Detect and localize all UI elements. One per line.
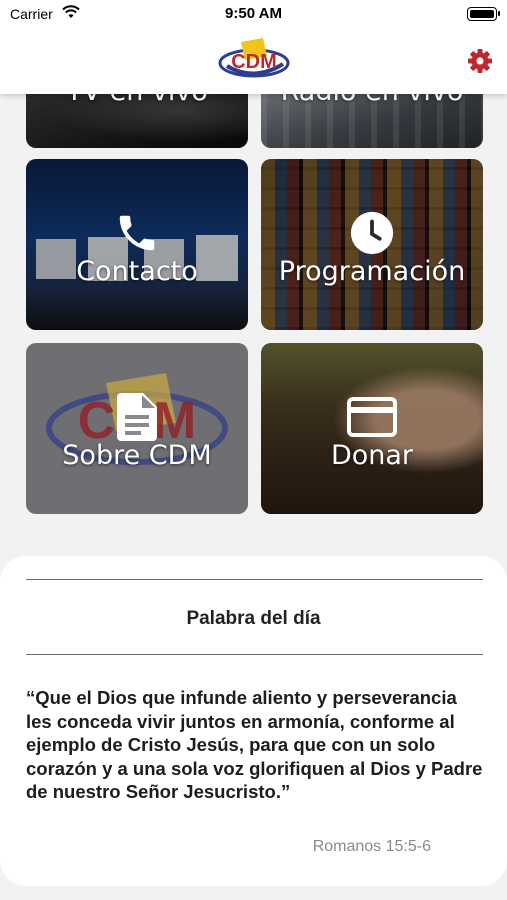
tile-programacion[interactable]: Programación <box>261 159 483 330</box>
tile-sobre-cdm[interactable]: CDM Sobre CDM <box>26 343 248 514</box>
clock-icon <box>346 207 398 259</box>
nav-bar: CDM <box>0 28 507 94</box>
tile-label: Radio en vivo <box>261 94 483 107</box>
clock-time: 9:50 AM <box>225 5 282 22</box>
tile-label: TV en vivo <box>26 94 248 107</box>
verse-title: Palabra del día <box>186 608 321 629</box>
verse-card: Palabra del día “Que el Dios que infunde… <box>0 556 507 886</box>
tile-contacto[interactable]: Contacto <box>26 159 248 330</box>
divider <box>26 654 483 655</box>
divider <box>26 579 483 580</box>
tile-label: Programación <box>278 256 466 287</box>
status-bar: Carrier 9:50 AM <box>0 0 507 28</box>
battery-icon <box>467 7 500 21</box>
tile-donar[interactable]: Donar <box>261 343 483 514</box>
phone-icon <box>111 207 163 259</box>
tile-label: Donar <box>330 440 414 471</box>
tile-radio-en-vivo[interactable]: Radio en vivo <box>261 94 483 148</box>
cdm-logo: CDM <box>217 34 291 88</box>
document-icon <box>111 391 163 443</box>
settings-button[interactable] <box>465 48 495 78</box>
gear-icon <box>467 48 493 79</box>
tile-label: Sobre CDM <box>62 440 212 471</box>
credit-card-icon <box>346 391 398 443</box>
tile-label: Contacto <box>76 256 198 287</box>
tile-tv-en-vivo[interactable]: TV en vivo <box>26 94 248 148</box>
logo-text: CDM <box>231 51 277 73</box>
verse-reference: Romanos 15:5-6 <box>312 838 431 855</box>
verse-text: “Que el Dios que infunde aliento y perse… <box>26 687 483 802</box>
